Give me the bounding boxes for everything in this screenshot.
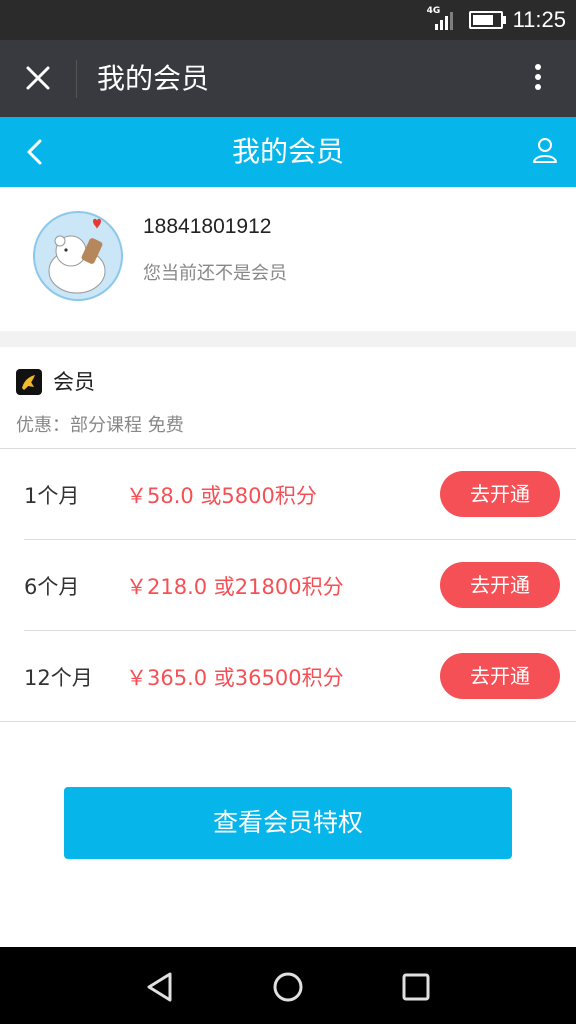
- profile-section: 18841801912 您当前还不是会员: [0, 187, 576, 331]
- android-nav-bar: [0, 947, 576, 1024]
- signal-icon: 4G: [427, 6, 459, 32]
- membership-card: 会员 优惠：部分课程 免费 1个月 ￥58.0 或5800积分 去开通 6个月 …: [0, 347, 576, 722]
- divider: [76, 60, 77, 98]
- view-privileges-button[interactable]: 查看会员特权: [64, 787, 512, 859]
- open-membership-button[interactable]: 去开通: [440, 471, 560, 517]
- nav-recents-icon[interactable]: [396, 967, 436, 1007]
- plan-row: 6个月 ￥218.0 或21800积分 去开通: [0, 539, 576, 630]
- page-header: 我的会员: [0, 117, 576, 187]
- plan-term: 6个月: [24, 575, 80, 599]
- membership-status: 您当前还不是会员: [143, 263, 287, 284]
- plan-term: 12个月: [24, 666, 93, 690]
- avatar[interactable]: [33, 211, 123, 301]
- nav-back-icon[interactable]: [140, 967, 180, 1007]
- open-membership-button[interactable]: 去开通: [440, 562, 560, 608]
- close-icon[interactable]: [22, 62, 54, 94]
- plan-term: 1个月: [24, 484, 80, 508]
- membership-title: 会员: [53, 370, 95, 394]
- plan-price: ￥365.0 或36500积分: [126, 666, 344, 690]
- page-title: 我的会员: [231, 135, 344, 168]
- plan-row: 12个月 ￥365.0 或36500积分 去开通: [0, 630, 576, 721]
- user-icon[interactable]: [530, 135, 560, 165]
- phone-number: 18841801912: [143, 215, 272, 238]
- window-title: 我的会员: [97, 62, 210, 95]
- open-membership-button[interactable]: 去开通: [440, 653, 560, 699]
- plan-price: ￥58.0 或5800积分: [126, 484, 317, 508]
- battery-icon: [468, 11, 506, 29]
- membership-benefit: 优惠：部分课程 免费: [16, 415, 184, 436]
- title-bar: 我的会员: [0, 40, 576, 117]
- bear-avatar-image: [48, 218, 106, 294]
- more-icon[interactable]: [528, 60, 548, 98]
- plan-price: ￥218.0 或21800积分: [126, 575, 344, 599]
- status-bar: 4G 11:25: [0, 0, 576, 40]
- nav-home-icon[interactable]: [268, 967, 308, 1007]
- main-area: 查看会员特权: [0, 722, 576, 947]
- plan-row: 1个月 ￥58.0 或5800积分 去开通: [0, 448, 576, 539]
- status-time: 11:25: [512, 7, 566, 32]
- membership-icon: [16, 369, 42, 395]
